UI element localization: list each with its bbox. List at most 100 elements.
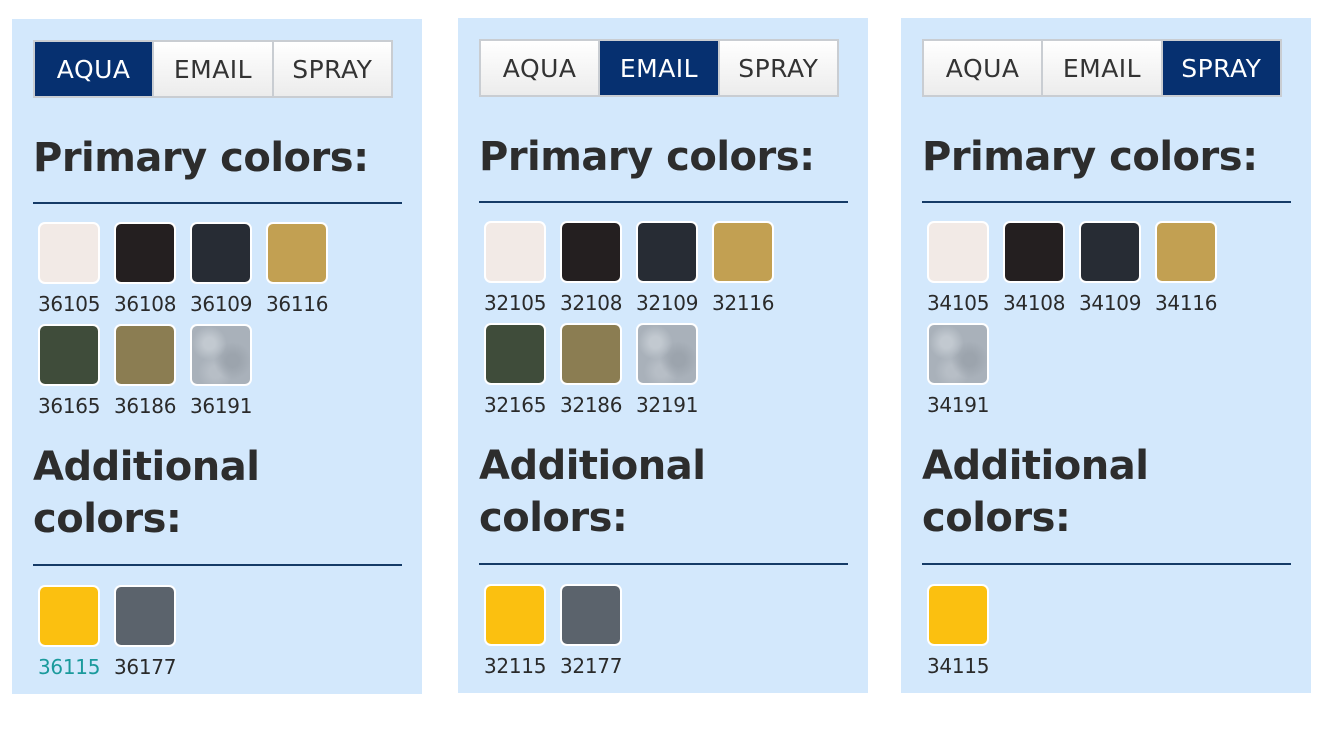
color-chip[interactable] (268, 224, 326, 282)
tab-aqua[interactable]: AQUA (924, 41, 1042, 95)
tab-aqua[interactable]: AQUA (35, 42, 153, 96)
additional-heading-line1: Additional (922, 443, 1149, 489)
additional-heading-line2: colors: (922, 495, 1071, 541)
color-code: 32186 (560, 393, 623, 417)
color-chip[interactable] (192, 326, 250, 384)
color-panel-spray: AQUA EMAIL SPRAY Primary colors: Additional c… (901, 18, 1311, 693)
color-swatch[interactable]: 36108 (114, 224, 190, 326)
color-chip[interactable] (116, 326, 174, 384)
color-code: 36105 (38, 292, 101, 316)
color-chip[interactable] (638, 325, 696, 383)
color-code: 36177 (114, 655, 177, 679)
color-code: 36191 (190, 394, 253, 418)
color-swatch[interactable]: 36105 (38, 224, 114, 326)
tab-bar: AQUA EMAIL SPRAY (479, 39, 839, 97)
color-code: 32191 (636, 393, 699, 417)
color-code: 32108 (560, 291, 623, 315)
color-swatch[interactable]: 34191 (927, 325, 1003, 427)
color-swatch[interactable]: 34116 (1155, 223, 1231, 325)
color-swatch[interactable]: 36115 (38, 587, 114, 689)
color-code: 36186 (114, 394, 177, 418)
color-code: 34109 (1079, 291, 1142, 315)
color-chip[interactable] (1005, 223, 1063, 281)
color-swatch[interactable]: 32115 (484, 586, 560, 688)
additional-heading-line1: Additional (33, 444, 260, 490)
color-swatch[interactable]: 32105 (484, 223, 560, 325)
color-swatch[interactable]: 36116 (266, 224, 342, 326)
tab-spray[interactable]: SPRAY (717, 41, 837, 95)
color-swatch[interactable]: 34108 (1003, 223, 1079, 325)
color-chip[interactable] (192, 224, 250, 282)
color-code: 36108 (114, 292, 177, 316)
color-chip[interactable] (40, 224, 98, 282)
color-code: 36115 (38, 655, 101, 679)
section-divider (922, 563, 1291, 565)
color-swatch[interactable]: 32186 (560, 325, 636, 427)
color-code: 34116 (1155, 291, 1218, 315)
color-chip[interactable] (40, 587, 98, 645)
color-chip[interactable] (562, 223, 620, 281)
color-swatch[interactable]: 36165 (38, 326, 114, 428)
color-chip[interactable] (486, 586, 544, 644)
tab-email[interactable]: EMAIL (152, 42, 272, 96)
tab-bar: AQUA EMAIL SPRAY (922, 39, 1282, 97)
tab-aqua[interactable]: AQUA (481, 41, 599, 95)
color-code: 34191 (927, 393, 990, 417)
color-code: 32105 (484, 291, 547, 315)
additional-colors-heading: Additional colors: (479, 440, 706, 544)
color-swatch[interactable]: 34109 (1079, 223, 1155, 325)
primary-colors-heading: Primary colors: (33, 135, 369, 181)
color-chip[interactable] (486, 325, 544, 383)
color-chip[interactable] (40, 326, 98, 384)
color-panel-aqua: AQUA EMAIL SPRAY Primary colors: Additional c… (12, 19, 422, 694)
color-swatch[interactable]: 36109 (190, 224, 266, 326)
additional-heading-line2: colors: (479, 495, 628, 541)
color-swatch[interactable]: 32108 (560, 223, 636, 325)
tab-email[interactable]: EMAIL (598, 41, 718, 95)
color-chip[interactable] (116, 224, 174, 282)
color-swatch[interactable]: 32191 (636, 325, 712, 427)
additional-heading-line1: Additional (479, 443, 706, 489)
color-chip[interactable] (714, 223, 772, 281)
tab-spray[interactable]: SPRAY (271, 42, 391, 96)
additional-heading-line2: colors: (33, 496, 182, 542)
color-panel-email: AQUA EMAIL SPRAY Primary colors: Additional c… (458, 18, 868, 693)
color-chip[interactable] (562, 586, 620, 644)
color-swatch[interactable]: 32116 (712, 223, 788, 325)
color-code: 34105 (927, 291, 990, 315)
color-code: 34108 (1003, 291, 1066, 315)
color-swatch[interactable]: 34115 (927, 586, 1003, 688)
color-chip[interactable] (1081, 223, 1139, 281)
color-swatch[interactable]: 32165 (484, 325, 560, 427)
color-code: 32115 (484, 654, 547, 678)
additional-colors-heading: Additional colors: (33, 441, 260, 545)
color-chip[interactable] (562, 325, 620, 383)
color-swatch[interactable]: 36177 (114, 587, 190, 689)
primary-colors-heading: Primary colors: (479, 134, 815, 180)
color-swatch[interactable]: 36186 (114, 326, 190, 428)
section-divider (479, 563, 848, 565)
color-chip[interactable] (929, 325, 987, 383)
color-code: 32116 (712, 291, 775, 315)
color-code: 36109 (190, 292, 253, 316)
color-chip[interactable] (929, 223, 987, 281)
section-divider (33, 564, 402, 566)
color-code: 32177 (560, 654, 623, 678)
color-swatch[interactable]: 36191 (190, 326, 266, 428)
color-swatch[interactable]: 32109 (636, 223, 712, 325)
color-chip[interactable] (486, 223, 544, 281)
section-divider (922, 201, 1291, 203)
color-swatch[interactable]: 32177 (560, 586, 636, 688)
section-divider (479, 201, 848, 203)
color-chip[interactable] (638, 223, 696, 281)
color-swatch[interactable]: 34105 (927, 223, 1003, 325)
tab-bar: AQUA EMAIL SPRAY (33, 40, 393, 98)
color-chip[interactable] (116, 587, 174, 645)
color-code: 32165 (484, 393, 547, 417)
color-chip[interactable] (929, 586, 987, 644)
tab-spray[interactable]: SPRAY (1160, 41, 1280, 95)
color-code: 32109 (636, 291, 699, 315)
tab-email[interactable]: EMAIL (1041, 41, 1161, 95)
color-code: 34115 (927, 654, 990, 678)
color-chip[interactable] (1157, 223, 1215, 281)
